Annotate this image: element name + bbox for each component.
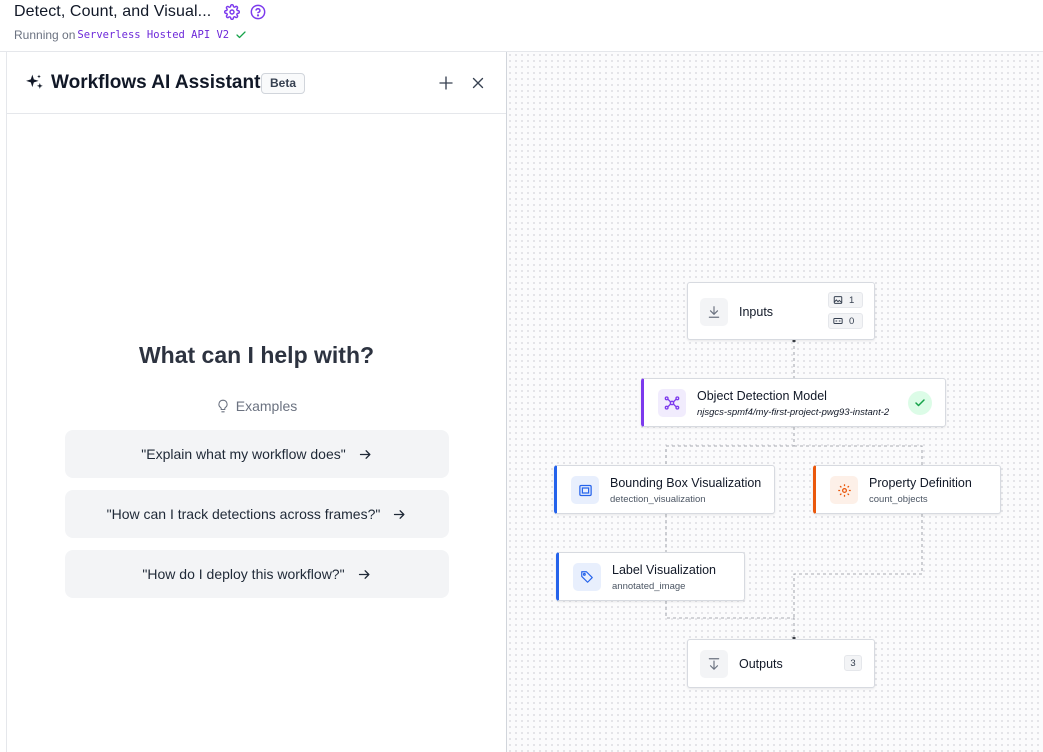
edge-detection-to-bbox <box>665 427 795 465</box>
example-prompt-text: "How can I track detections across frame… <box>106 506 381 522</box>
edge-property-to-outputs <box>793 514 923 618</box>
sparkles-icon <box>24 73 44 93</box>
arrow-right-icon <box>358 569 370 579</box>
node-title: Label Visualization <box>612 563 717 577</box>
tag-icon <box>573 563 601 591</box>
label-visualization-node[interactable]: Label Visualization annotated_image <box>556 552 745 601</box>
outputs-node[interactable]: Outputs 3 <box>687 639 875 688</box>
gear-icon[interactable] <box>224 4 241 20</box>
running-label: Running on <box>14 28 76 42</box>
image-icon <box>833 296 843 304</box>
inputs-node[interactable]: Inputs 1 0 <box>687 282 875 340</box>
example-prompt-button[interactable]: "Explain what my workflow does" <box>65 430 449 478</box>
node-output-name: detection_visualization <box>610 494 706 505</box>
help-circle-icon[interactable] <box>250 4 266 20</box>
bounding-box-visualization-node[interactable]: Bounding Box Visualization detection_vis… <box>554 465 775 514</box>
run-status: Running on Serverless Hosted API V2 <box>14 28 247 42</box>
workflow-title[interactable]: Detect, Count, and Visual... <box>14 3 211 21</box>
image-box-icon <box>571 476 599 504</box>
node-title: Property Definition <box>869 476 972 490</box>
workflow-canvas[interactable]: Inputs 1 0 Object Detection Model njsgcs… <box>507 52 1043 752</box>
image-input-count: 1 <box>828 292 863 308</box>
examples-label-row: Examples <box>7 398 506 414</box>
download-icon <box>700 298 728 326</box>
node-title: Object Detection Model <box>697 389 827 403</box>
examples-label: Examples <box>235 398 298 414</box>
top-bar: Detect, Count, and Visual... Running on … <box>0 0 1043 52</box>
example-prompt-button[interactable]: "How do I deploy this workflow?" <box>65 550 449 598</box>
arrow-right-icon <box>394 509 405 519</box>
node-title: Outputs <box>739 657 783 671</box>
node-title: Bounding Box Visualization <box>610 476 762 490</box>
network-icon <box>658 389 686 417</box>
parameter-input-count: 0 <box>828 313 863 329</box>
parameter-icon <box>833 318 843 324</box>
image-count: 1 <box>849 294 855 306</box>
close-icon[interactable] <box>469 74 487 92</box>
assistant-header: Workflows AI Assistant Beta <box>7 52 506 114</box>
edge-label-to-outputs <box>665 601 795 639</box>
arrow-down-icon <box>700 650 728 678</box>
node-title: Inputs <box>739 305 774 319</box>
title-row: Detect, Count, and Visual... <box>14 3 266 21</box>
arrow-right-icon <box>359 449 371 459</box>
new-chat-icon[interactable] <box>437 74 455 92</box>
parameter-count: 0 <box>849 315 855 327</box>
output-count: 3 <box>844 655 862 671</box>
assistant-title: Workflows AI Assistant <box>51 72 261 93</box>
ai-assistant-panel: Workflows AI Assistant Beta What can I h… <box>6 52 507 752</box>
model-id: njsgcs-spmf4/my-first-project-pwg93-inst… <box>697 407 890 418</box>
edge-detection-to-property <box>794 445 923 465</box>
example-prompt-button[interactable]: "How can I track detections across frame… <box>65 490 449 538</box>
object-detection-node[interactable]: Object Detection Model njsgcs-spmf4/my-f… <box>641 378 946 427</box>
node-output-name: annotated_image <box>612 581 686 592</box>
lightbulb-icon <box>218 399 228 413</box>
check-circle-icon <box>908 391 932 415</box>
example-prompt-text: "How do I deploy this workflow?" <box>142 566 345 582</box>
gear-icon <box>830 476 858 504</box>
example-prompt-text: "Explain what my workflow does" <box>141 446 346 462</box>
output-count-value: 3 <box>850 657 856 669</box>
node-output-name: count_objects <box>869 494 928 505</box>
property-definition-node[interactable]: Property Definition count_objects <box>813 465 1001 514</box>
environment-name[interactable]: Serverless Hosted API V2 <box>77 29 229 41</box>
check-icon <box>235 29 247 41</box>
beta-badge: Beta <box>261 73 306 94</box>
help-heading: What can I help with? <box>138 342 375 368</box>
